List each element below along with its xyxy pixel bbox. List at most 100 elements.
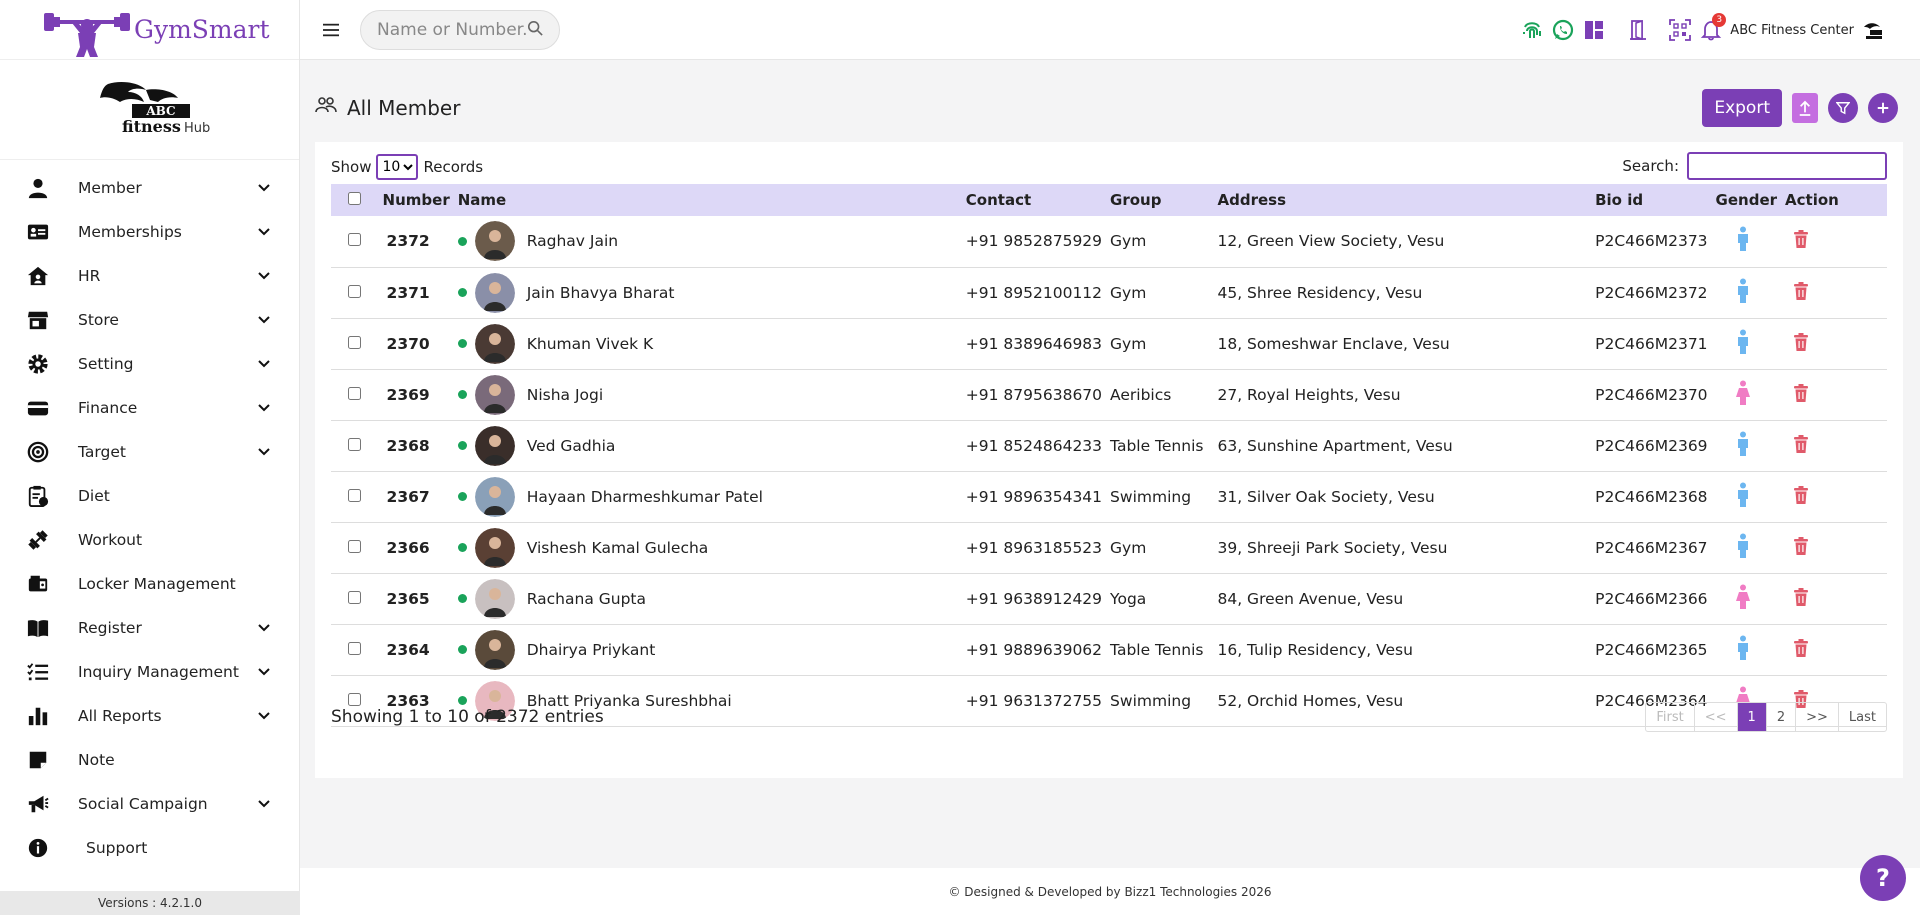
member-name-cell[interactable]: Khuman Vivek K [457,323,958,364]
member-number[interactable]: 2368 [379,420,454,471]
sidebar-item-register[interactable]: Register [0,606,299,650]
delete-icon[interactable] [1793,638,1809,661]
delete-icon[interactable] [1793,536,1809,559]
member-name-cell[interactable]: Jain Bhavya Bharat [457,272,958,313]
member-name-cell[interactable]: Ved Gadhia [457,425,958,466]
table-row[interactable]: 2371 Jain Bhavya Bharat +91 8952100112 G… [331,267,1887,318]
bell-icon[interactable]: 3 [1700,13,1727,41]
pager-page-1[interactable]: 1 [1736,703,1766,731]
sidebar-item-workout[interactable]: Workout [0,518,299,562]
sidebar-item-diet[interactable]: Diet [0,474,299,518]
member-number[interactable]: 2367 [379,471,454,522]
member-number[interactable]: 2371 [379,267,454,318]
center-name[interactable]: ABC Fitness Center [1730,23,1854,38]
member-search-box[interactable] [360,9,560,50]
person-icon [26,176,50,200]
help-button[interactable]: ? [1860,855,1906,901]
row-checkbox[interactable] [348,437,362,451]
sidebar-item-locker-management[interactable]: Locker Management [0,562,299,606]
sidebar-item-memberships[interactable]: Memberships [0,210,299,254]
row-checkbox[interactable] [348,386,362,400]
table-row[interactable]: 2364 Dhairya Priykant +91 9889639062 Tab… [331,624,1887,675]
member-number[interactable]: 2370 [379,318,454,369]
column-header-bio-id[interactable]: Bio id [1591,184,1711,216]
pager-page-2[interactable]: 2 [1765,703,1795,731]
dashboard-grid-icon[interactable] [1583,19,1605,41]
add-member-button[interactable] [1868,93,1898,123]
sidebar-item-label: Memberships [78,223,182,241]
row-checkbox[interactable] [348,641,362,655]
sidebar-item-member[interactable]: Member [0,166,299,210]
member-name-cell[interactable]: Dhairya Priykant [457,629,958,670]
qr-scan-icon[interactable] [1669,19,1692,41]
table-row[interactable]: 2365 Rachana Gupta +91 9638912429 Yoga 8… [331,573,1887,624]
whatsapp-icon[interactable] [1552,19,1574,41]
pager-prev[interactable]: << [1693,703,1737,731]
export-button[interactable]: Export [1702,89,1782,127]
sidebar-item-all-reports[interactable]: All Reports [0,694,299,738]
delete-icon[interactable] [1793,587,1809,610]
row-checkbox[interactable] [348,284,362,298]
table-row[interactable]: 2367 Hayaan Dharmeshkumar Patel +91 9896… [331,471,1887,522]
member-name-cell[interactable]: Vishesh Kamal Gulecha [457,527,958,568]
delete-icon[interactable] [1793,434,1809,457]
delete-icon[interactable] [1793,383,1809,406]
megaphone-icon [26,792,50,816]
member-number[interactable]: 2369 [379,369,454,420]
member-name-cell[interactable]: Rachana Gupta [457,578,958,619]
sidebar-item-store[interactable]: Store [0,298,299,342]
sidebar-item-inquiry-management[interactable]: Inquiry Management [0,650,299,694]
row-checkbox[interactable] [348,539,362,553]
row-checkbox[interactable] [348,233,362,247]
delete-icon[interactable] [1793,485,1809,508]
upload-button[interactable] [1792,93,1818,123]
column-header-group[interactable]: Group [1106,184,1213,216]
filter-button[interactable] [1828,93,1858,123]
table-row[interactable]: 2366 Vishesh Kamal Gulecha +91 896318552… [331,522,1887,573]
row-checkbox[interactable] [348,335,362,349]
brand-logo-area[interactable]: GymSmart [0,0,299,60]
sidebar-item-social-campaign[interactable]: Social Campaign [0,782,299,826]
row-checkbox[interactable] [348,488,362,502]
member-name-cell[interactable]: Nisha Jogi [457,374,958,415]
table-row[interactable]: 2369 Nisha Jogi +91 8795638670 Aeribics … [331,369,1887,420]
delete-icon[interactable] [1793,281,1809,304]
member-name-cell[interactable]: Raghav Jain [457,221,958,262]
sidebar-item-target[interactable]: Target [0,430,299,474]
member-number[interactable]: 2372 [379,216,454,267]
pager-next[interactable]: >> [1795,703,1838,731]
member-number[interactable]: 2364 [379,624,454,675]
member-search-input[interactable] [377,19,527,40]
row-checkbox[interactable] [348,590,362,604]
member-number[interactable]: 2365 [379,573,454,624]
member-name: Nisha Jogi [526,385,604,404]
center-logo-icon[interactable] [1862,19,1884,41]
hamburger-menu-icon[interactable] [320,19,342,41]
pager-last[interactable]: Last [1837,703,1886,731]
sidebar-item-support[interactable]: Support [0,826,299,870]
member-number[interactable]: 2366 [379,522,454,573]
pager-first[interactable]: First [1646,703,1693,731]
door-icon[interactable] [1627,19,1649,41]
sidebar-item-finance[interactable]: Finance [0,386,299,430]
id-card-icon [26,220,50,244]
column-header-name[interactable]: Name [454,184,962,216]
table-search-input[interactable] [1687,152,1887,180]
delete-icon[interactable] [1793,230,1809,252]
column-header-contact[interactable]: Contact [962,184,1106,216]
sidebar-item-note[interactable]: Note [0,738,299,782]
select-all-checkbox[interactable] [348,192,362,205]
table-row[interactable]: 2372 Raghav Jain +91 9852875929 Gym 12, … [331,216,1887,267]
table-row[interactable]: 2370 Khuman Vivek K +91 8389646983 Gym 1… [331,318,1887,369]
page-size-select[interactable]: 10 [376,154,419,180]
sidebar-item-hr[interactable]: HR [0,254,299,298]
delete-icon[interactable] [1793,332,1809,355]
member-name: Raghav Jain [526,232,619,251]
column-header-address[interactable]: Address [1213,184,1591,216]
table-row[interactable]: 2368 Ved Gadhia +91 8524864233 Table Ten… [331,420,1887,471]
member-name-cell[interactable]: Hayaan Dharmeshkumar Patel [457,476,958,517]
sidebar-item-setting[interactable]: Setting [0,342,299,386]
search-icon[interactable] [527,20,543,40]
fingerprint-icon[interactable] [1521,19,1543,41]
column-header-number[interactable]: Number [379,184,454,216]
